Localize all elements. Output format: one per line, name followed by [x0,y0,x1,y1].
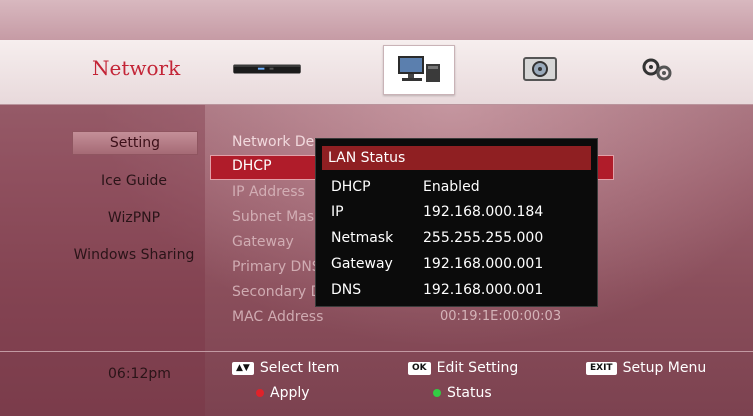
status-label: Status [447,385,492,401]
lan-status-title: LAN Status [322,146,591,170]
clock-time: 06:12pm [108,366,171,382]
page-title: Network [92,56,181,80]
sidebar-item-windows-sharing[interactable]: Windows Sharing [72,244,196,266]
sidebar-item-ice-guide[interactable]: Ice Guide [72,170,196,192]
gateway-label[interactable]: Gateway [232,234,294,250]
sidebar-item-setting[interactable]: Setting [72,131,198,155]
apply-label: Apply [270,385,310,401]
media-card-icon[interactable] [505,45,575,93]
green-button-icon [433,389,441,397]
footer-divider [0,351,753,352]
lan-status-value: Enabled [423,179,480,195]
lan-status-key: Netmask [331,230,394,246]
mac-address-label: MAC Address [232,309,324,325]
settop-box-icon[interactable] [232,45,302,93]
ip-address-label[interactable]: IP Address [232,184,305,200]
top-strip [0,0,753,40]
lan-status-value: 192.168.000.184 [423,204,544,220]
primary-dns-label[interactable]: Primary DNS [232,259,321,275]
lan-status-key: Gateway [331,256,393,272]
setup-menu-label: Setup Menu [622,360,707,376]
subnet-mask-label[interactable]: Subnet Mask [232,209,322,225]
dhcp-label[interactable]: DHCP [232,158,272,174]
select-item-hint: ▲▼ Select Item [232,360,339,376]
lan-status-key: IP [331,204,344,220]
status-button[interactable]: Status [433,385,492,401]
lan-status-value: 255.255.255.000 [423,230,544,246]
setup-menu-hint: EXIT Setup Menu [586,360,706,376]
lan-status-key: DNS [331,282,362,298]
exit-key-icon: EXIT [586,361,617,375]
lan-status-popup: LAN Status DHCP Enabled IP 192.168.000.1… [315,138,598,307]
ok-key-icon: OK [408,361,431,375]
apply-button[interactable]: Apply [256,385,310,401]
network-setup-screen: Network Setting Ice Guide WizPNP Windows… [0,0,753,416]
network-device-label[interactable]: Network Dev [232,134,323,150]
lan-status-value: 192.168.000.001 [423,256,544,272]
computer-icon[interactable] [383,45,455,95]
select-item-label: Select Item [259,360,340,376]
lan-status-value: 192.168.000.001 [423,282,544,298]
sidebar-item-wizpnp[interactable]: WizPNP [72,207,196,229]
lan-status-key: DHCP [331,179,371,195]
secondary-dns-label[interactable]: Secondary D [232,284,321,300]
edit-setting-hint: OK Edit Setting [408,360,518,376]
mac-address-value: 00:19:1E:00:00:03 [440,309,562,324]
red-button-icon [256,389,264,397]
up-down-keys-icon: ▲▼ [232,361,254,375]
edit-setting-label: Edit Setting [436,360,519,376]
gears-icon[interactable] [622,45,692,93]
